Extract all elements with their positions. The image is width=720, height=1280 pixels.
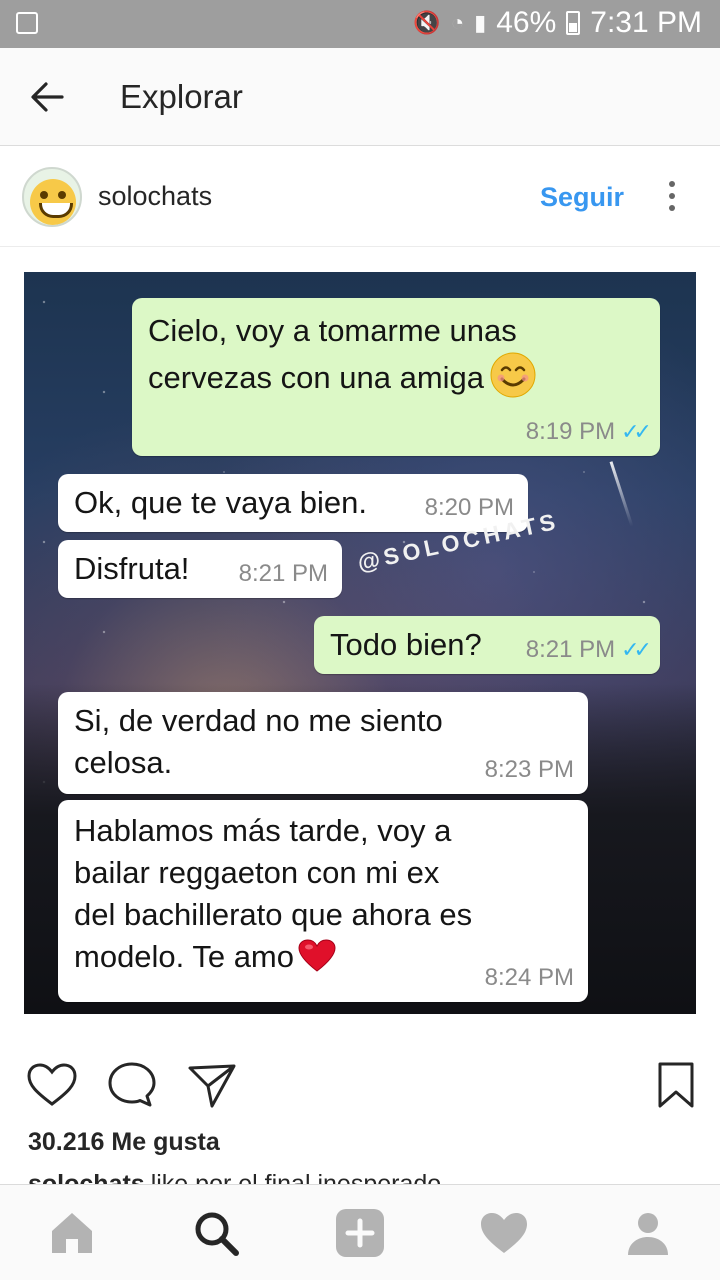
chat-bubble-incoming: Hablamos más tarde, voy a bailar reggaet… bbox=[58, 800, 588, 1002]
double-check-icon: ✓✓ bbox=[621, 636, 652, 662]
home-icon[interactable] bbox=[44, 1205, 100, 1261]
message-text: bailar reggaeton con mi ex bbox=[74, 854, 440, 890]
profile-icon[interactable] bbox=[620, 1205, 676, 1261]
smiling-face-icon bbox=[490, 352, 536, 398]
post-username[interactable]: solochats bbox=[98, 181, 212, 212]
message-text: del bachillerato que ahora es bbox=[74, 896, 473, 932]
signal-icon: ▮ bbox=[474, 10, 487, 35]
message-time: 8:21 PM ✓✓ bbox=[525, 635, 652, 663]
arrow-left-icon[interactable] bbox=[26, 76, 68, 118]
red-heart-icon bbox=[298, 939, 336, 972]
app-header: Explorar bbox=[0, 48, 720, 146]
message-time: 8:24 PM bbox=[484, 963, 574, 991]
clock: 7:31 PM bbox=[590, 6, 702, 39]
chat-bubble-outgoing: Cielo, voy a tomarme unas cervezas con u… bbox=[132, 298, 660, 456]
message-text: Cielo, voy a tomarme unas bbox=[148, 313, 517, 348]
chat-bubble-incoming: Si, de verdad no me siento celosa. 8:23 … bbox=[58, 692, 588, 794]
mute-icon: 🔇 bbox=[413, 10, 441, 35]
page-title: Explorar bbox=[120, 78, 243, 115]
search-icon[interactable] bbox=[188, 1205, 244, 1261]
post-header: solochats Seguir bbox=[0, 147, 720, 247]
like-count[interactable]: 30.216 Me gusta bbox=[28, 1128, 220, 1157]
heart-icon[interactable] bbox=[24, 1058, 80, 1114]
message-time: 8:19 PM ✓✓ bbox=[525, 417, 652, 445]
follow-button[interactable]: Seguir bbox=[540, 182, 624, 213]
battery-icon bbox=[566, 11, 581, 35]
kebab-icon[interactable] bbox=[666, 177, 678, 217]
activity-heart-icon[interactable] bbox=[476, 1205, 532, 1261]
status-bar: 🔇 ◔ ▮ 46% 7:31 PM bbox=[0, 0, 720, 48]
status-right: 🔇 ◔ ▮ 46% 7:31 PM bbox=[413, 6, 702, 40]
chat-bubble-incoming: Ok, que te vaya bien. 8:20 PM bbox=[58, 474, 528, 532]
post-image[interactable]: Cielo, voy a tomarme unas cervezas con u… bbox=[24, 272, 696, 1014]
battery-percent: 46% bbox=[496, 6, 557, 39]
chat-bubble-outgoing: Todo bien? 8:21 PM ✓✓ bbox=[314, 616, 660, 674]
comment-icon[interactable] bbox=[104, 1058, 160, 1114]
bottom-navigation bbox=[0, 1184, 720, 1280]
message-text: cervezas con una amiga bbox=[148, 352, 644, 399]
smiling-face-icon bbox=[30, 179, 76, 225]
chat-bubble-incoming: Disfruta! 8:21 PM bbox=[58, 540, 342, 598]
message-text: Hablamos más tarde, voy a bbox=[74, 813, 452, 848]
send-icon[interactable] bbox=[184, 1058, 240, 1114]
wifi-icon: ◔ bbox=[450, 10, 465, 35]
double-check-icon: ✓✓ bbox=[621, 418, 652, 444]
post-actions bbox=[0, 1058, 720, 1118]
message-time: 8:23 PM bbox=[484, 755, 574, 783]
avatar[interactable] bbox=[22, 167, 82, 227]
message-time: 8:21 PM bbox=[238, 559, 328, 587]
bookmark-icon[interactable] bbox=[648, 1058, 704, 1114]
message-text: Si, de verdad no me siento bbox=[74, 703, 443, 738]
notification-icon bbox=[16, 12, 38, 34]
add-icon[interactable] bbox=[332, 1205, 388, 1261]
